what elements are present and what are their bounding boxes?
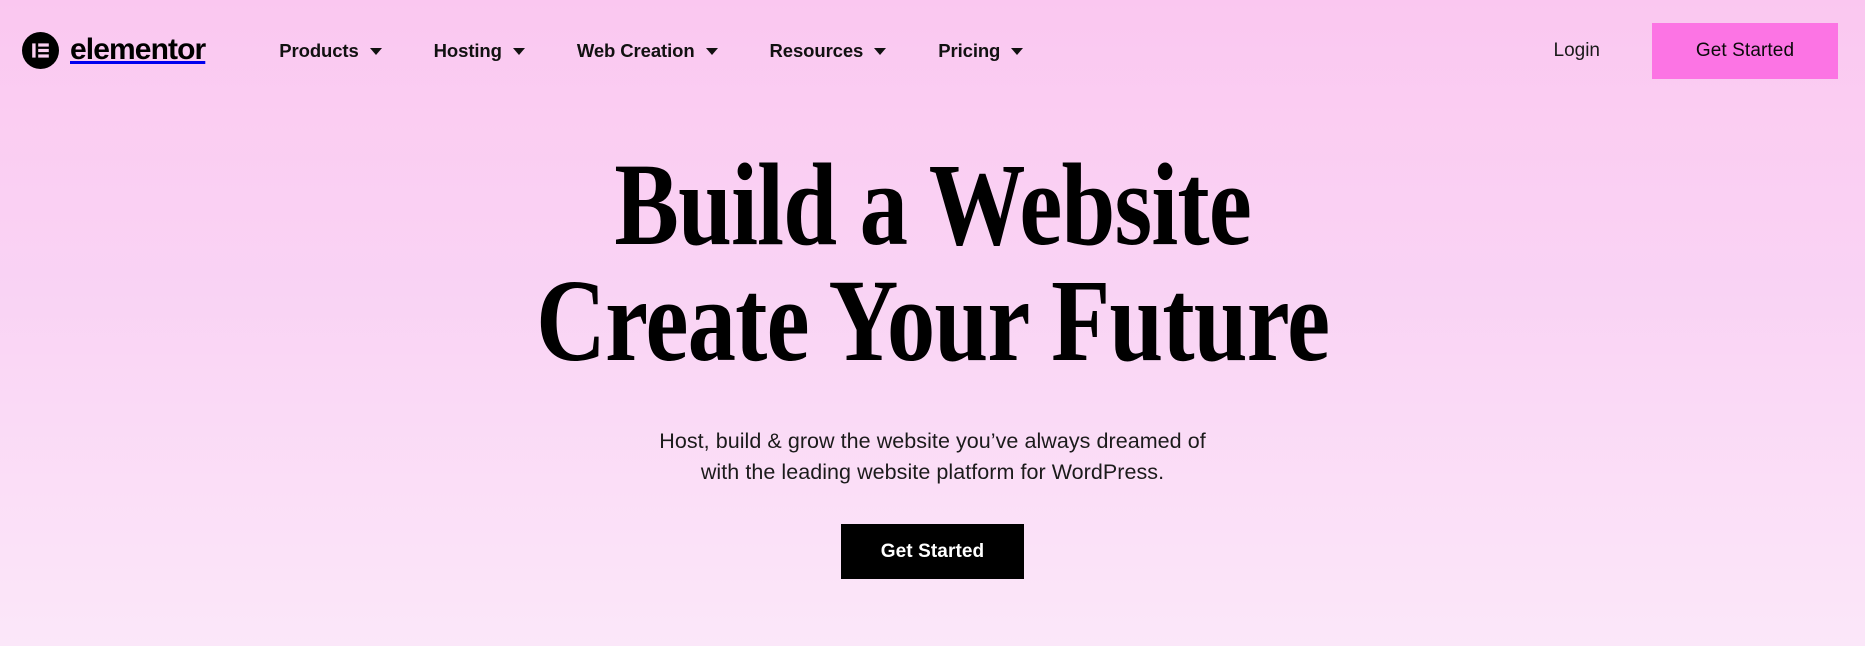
nav-item-label: Web Creation <box>576 39 695 61</box>
nav-item-label: Hosting <box>433 39 502 61</box>
hero-subheading-line-1: Host, build & grow the website you’ve al… <box>659 429 1206 454</box>
elementor-logo-icon <box>22 31 59 69</box>
login-link[interactable]: Login <box>1536 30 1619 72</box>
hero-headline-line-1: Build a Website <box>614 139 1251 270</box>
hero-headline-line-2: Create Your Future <box>535 254 1330 386</box>
main-navigation: Products Hosting Web Creation Resources … <box>253 30 1049 72</box>
nav-item-web-creation[interactable]: Web Creation <box>551 30 744 72</box>
chevron-down-icon <box>874 48 887 55</box>
brand-logo[interactable]: elementor <box>22 31 206 69</box>
brand-wordmark: elementor <box>70 33 206 66</box>
nav-item-label: Pricing <box>938 39 1001 61</box>
chevron-down-icon <box>512 48 525 55</box>
hero-subheading: Host, build & grow the website you’ve al… <box>659 426 1206 488</box>
header-actions: Login Get Started <box>1536 22 1865 79</box>
hero-section: Build a Website Create Your Future Host,… <box>0 105 1865 646</box>
hero-headline: Build a Website Create Your Future <box>535 139 1330 386</box>
hero-get-started-button[interactable]: Get Started <box>841 524 1024 580</box>
hero-subheading-line-2: with the leading website platform for Wo… <box>700 460 1165 485</box>
nav-item-label: Products <box>279 39 359 61</box>
chevron-down-icon <box>369 48 382 55</box>
nav-item-hosting[interactable]: Hosting <box>408 30 551 72</box>
nav-item-products[interactable]: Products <box>253 30 407 72</box>
header-get-started-button[interactable]: Get Started <box>1652 22 1838 79</box>
chevron-down-icon <box>705 48 718 55</box>
site-header: elementor Products Hosting Web Creation … <box>0 0 1865 105</box>
nav-item-resources[interactable]: Resources <box>744 30 913 72</box>
elementor-landing-page: elementor Products Hosting Web Creation … <box>0 0 1865 646</box>
nav-item-label: Resources <box>769 39 864 61</box>
nav-item-pricing[interactable]: Pricing <box>912 30 1049 72</box>
chevron-down-icon <box>1011 48 1024 55</box>
